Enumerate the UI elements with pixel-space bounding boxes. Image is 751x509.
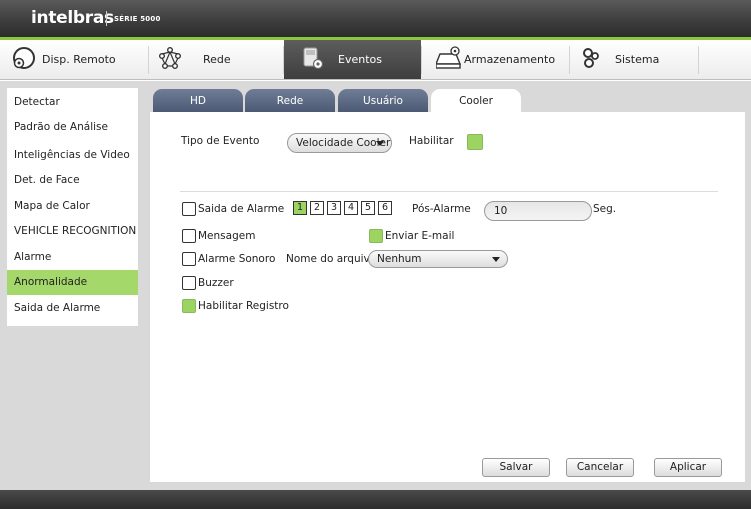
alarm-channel-5[interactable]: 5	[361, 201, 375, 215]
email-label: Enviar E-mail	[385, 230, 455, 242]
buzzer-label: Buzzer	[198, 277, 234, 289]
nav-label: Eventos	[338, 53, 382, 66]
tab-rede[interactable]: Rede	[245, 89, 335, 113]
nav-label: Disp. Remoto	[42, 53, 116, 66]
post-alarm-unit: Seg.	[593, 203, 617, 215]
series-label: SÉRIE 5000	[114, 15, 161, 23]
post-alarm-label: Pós-Alarme	[412, 203, 471, 215]
nav-item-events[interactable]: Eventos	[284, 40, 421, 79]
storage-icon	[434, 46, 462, 73]
nav-divider	[698, 46, 699, 74]
file-name-select[interactable]: Nenhum	[368, 250, 508, 268]
main-nav: Disp. Remoto Rede Eventos Armazenamento …	[0, 40, 751, 80]
enable-log-checkbox[interactable]	[182, 299, 196, 313]
sidebar-item-detectar[interactable]: Detectar	[7, 90, 138, 115]
chevron-down-icon	[376, 141, 384, 146]
nav-label: Rede	[203, 53, 231, 66]
system-gears-icon	[583, 47, 599, 72]
file-name-value: Nenhum	[377, 253, 422, 265]
tab-usuario[interactable]: Usuário	[338, 89, 428, 113]
file-name-label: Nome do arquivo	[286, 253, 377, 265]
alarm-channel-1[interactable]: 1	[293, 201, 307, 215]
alarm-output-label: Saida de Alarme	[198, 203, 285, 215]
message-label: Mensagem	[198, 230, 256, 242]
enable-label: Habilitar	[409, 135, 454, 147]
sidebar-item-det-de-face[interactable]: Det. de Face	[7, 168, 138, 193]
nav-label: Armazenamento	[464, 53, 556, 66]
bottom-bar	[0, 490, 751, 509]
settings-panel	[150, 112, 745, 482]
post-alarm-input[interactable]: 10	[484, 201, 592, 221]
nav-item-remote-device[interactable]: Disp. Remoto	[12, 40, 145, 79]
sidebar-item-vehicle-recognition[interactable]: VEHICLE RECOGNITION	[7, 219, 138, 244]
alarm-channel-3[interactable]: 3	[327, 201, 341, 215]
alarm-sound-label: Alarme Sonoro	[198, 253, 276, 265]
nav-divider	[421, 46, 422, 74]
alarm-channel-6[interactable]: 6	[378, 201, 392, 215]
remote-device-icon	[12, 46, 36, 73]
enable-log-label: Habilitar Registro	[198, 300, 289, 312]
alarm-channel-2[interactable]: 2	[310, 201, 324, 215]
event-type-label: Tipo de Evento	[181, 135, 260, 147]
alarm-output-checkbox[interactable]	[182, 202, 196, 216]
sidebar-item-inteligencias-de-video[interactable]: Inteligências de Video	[7, 143, 138, 168]
event-type-select[interactable]: Velocidade Cooler	[287, 133, 392, 153]
alarm-channel-4[interactable]: 4	[344, 201, 358, 215]
nav-divider	[148, 46, 149, 74]
top-bar: intelbras SÉRIE 5000	[0, 0, 751, 37]
sidebar-item-padrao-de-analise[interactable]: Padrão de Análise	[7, 115, 138, 140]
email-checkbox[interactable]	[369, 229, 383, 243]
tab-cooler[interactable]: Cooler	[431, 89, 521, 113]
nav-label: Sistema	[615, 53, 660, 66]
sidebar: Detectar Padrão de Análise Inteligências…	[7, 88, 138, 326]
nav-item-system[interactable]: Sistema	[583, 40, 698, 79]
nav-item-storage[interactable]: Armazenamento	[434, 40, 569, 79]
events-icon	[302, 46, 324, 73]
section-divider	[180, 191, 718, 192]
sidebar-item-saida-de-alarme[interactable]: Saida de Alarme	[7, 296, 138, 321]
tab-hd[interactable]: HD	[153, 89, 243, 113]
nav-divider	[569, 46, 570, 74]
alarm-sound-checkbox[interactable]	[182, 252, 196, 266]
chevron-down-icon	[492, 257, 500, 262]
sidebar-item-anormalidade[interactable]: Anormalidade	[7, 270, 138, 295]
cancel-button[interactable]: Cancelar	[566, 458, 634, 477]
save-button[interactable]: Salvar	[482, 458, 550, 477]
sidebar-item-alarme[interactable]: Alarme	[7, 245, 138, 270]
message-checkbox[interactable]	[182, 229, 196, 243]
network-icon	[159, 47, 182, 72]
brand-logo: intelbras	[31, 8, 114, 28]
buzzer-checkbox[interactable]	[182, 276, 196, 290]
apply-button[interactable]: Aplicar	[654, 458, 722, 477]
sidebar-item-mapa-de-calor[interactable]: Mapa de Calor	[7, 194, 138, 219]
nav-item-network[interactable]: Rede	[159, 40, 279, 79]
enable-checkbox[interactable]	[467, 134, 483, 150]
logo-divider	[106, 11, 107, 26]
